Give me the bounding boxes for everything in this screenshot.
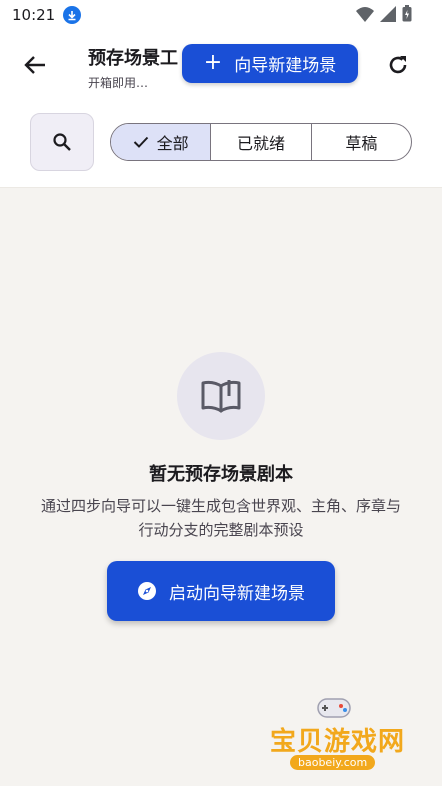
title-block: 预存场景工 开箱即用… <box>88 44 188 91</box>
compass-icon <box>138 582 156 600</box>
wizard-new-scene-button[interactable]: + 向导新建场景 <box>182 44 358 83</box>
plus-icon: + <box>203 49 223 75</box>
watermark-url: baobeiy.com <box>290 755 376 770</box>
segment-draft-label: 草稿 <box>345 134 378 153</box>
gamepad-icon <box>317 698 351 718</box>
empty-state-icon-circle <box>177 352 265 440</box>
check-icon <box>133 136 148 148</box>
segment-ready[interactable]: 已就绪 <box>211 124 312 160</box>
start-wizard-label: 启动向导新建场景 <box>169 583 305 604</box>
signal-icon <box>380 5 396 22</box>
filter-bar: 全部 已就绪 草稿 <box>0 100 442 188</box>
download-icon <box>63 6 82 24</box>
page-subtitle: 开箱即用… <box>88 76 149 90</box>
battery-icon <box>402 5 412 22</box>
page-title: 预存场景工 <box>88 48 178 69</box>
empty-state-description: 通过四步向导可以一键生成包含世界观、主角、序章与行动分支的完整剧本预设 <box>40 497 401 539</box>
refresh-icon <box>389 56 407 74</box>
segment-all[interactable]: 全部 <box>111 124 212 160</box>
back-button[interactable] <box>18 48 52 82</box>
wifi-icon <box>356 6 374 22</box>
segment-all-label: 全部 <box>156 134 189 153</box>
watermark-text: 宝贝游戏网 <box>270 727 406 757</box>
empty-state-title: 暂无预存场景剧本 <box>149 464 293 485</box>
empty-state-area: 暂无预存场景剧本 通过四步向导可以一键生成包含世界观、主角、序章与行动分支的完整… <box>0 188 442 786</box>
open-book-icon <box>201 380 241 413</box>
search-button[interactable] <box>30 113 94 171</box>
wizard-new-scene-label: 向导新建场景 <box>234 56 337 76</box>
status-bar: 10:21 <box>0 0 442 30</box>
watermark-logo: 宝贝游戏网 baobeiy.com <box>262 693 412 778</box>
segment-ready-label: 已就绪 <box>236 134 285 153</box>
start-wizard-button[interactable]: 启动向导新建场景 <box>107 561 335 621</box>
arrow-left-icon <box>24 56 45 74</box>
app-bar: 预存场景工 开箱即用… + 向导新建场景 <box>0 30 442 100</box>
status-time: 10:21 <box>12 6 56 24</box>
refresh-button[interactable] <box>383 50 413 80</box>
search-icon <box>53 133 71 151</box>
status-segmented-control: 全部 已就绪 草稿 <box>110 123 412 161</box>
segment-draft[interactable]: 草稿 <box>312 124 411 160</box>
